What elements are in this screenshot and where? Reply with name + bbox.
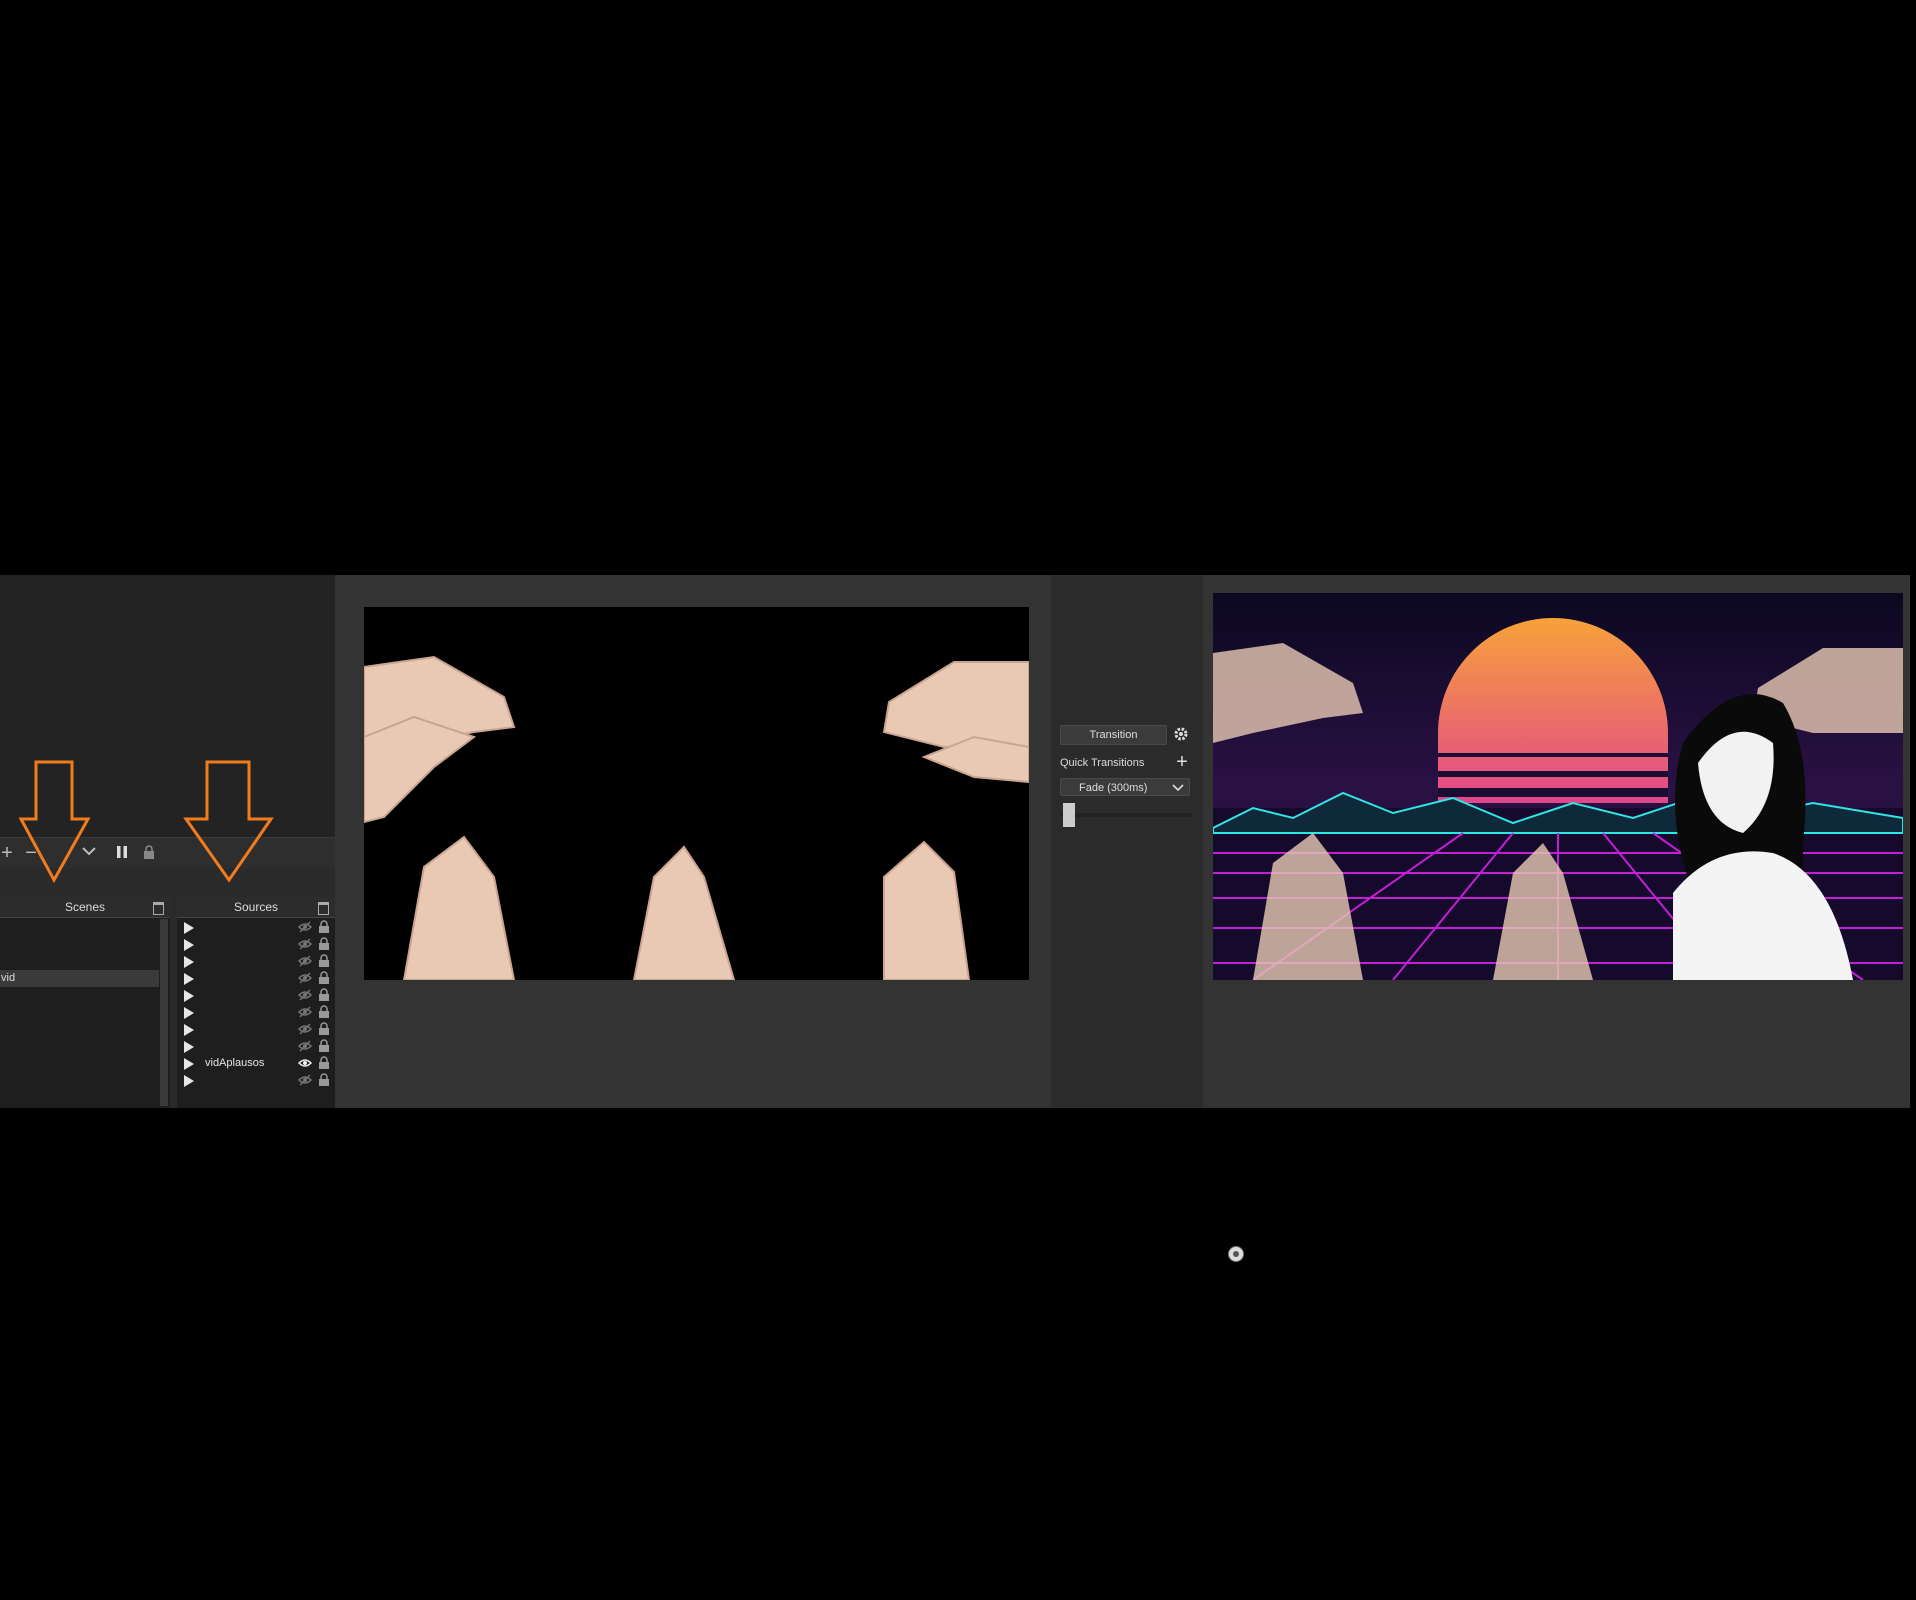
source-item[interactable] xyxy=(177,1038,335,1055)
chevron-down-icon xyxy=(1172,784,1184,792)
transition-button[interactable]: Transition xyxy=(1060,725,1167,745)
sources-dock-title: Sources xyxy=(233,900,279,914)
eye-hidden-icon[interactable] xyxy=(298,989,312,1001)
lock-icon[interactable] xyxy=(318,1056,330,1070)
eye-hidden-icon[interactable] xyxy=(298,955,312,967)
source-item[interactable] xyxy=(177,936,335,953)
lock-icon[interactable] xyxy=(318,1073,330,1087)
source-item[interactable] xyxy=(177,1021,335,1038)
eye-hidden-icon[interactable] xyxy=(298,1023,312,1035)
expand-arrow-icon[interactable] xyxy=(184,1007,194,1019)
eye-hidden-icon[interactable] xyxy=(298,1074,312,1086)
scenes-dock-header: Scenes xyxy=(0,897,170,918)
transition-panel: Transition Quick Transitions + Fade (300… xyxy=(1051,575,1203,1108)
eye-hidden-icon[interactable] xyxy=(298,1040,312,1052)
eye-hidden-icon[interactable] xyxy=(298,972,312,984)
gear-icon[interactable] xyxy=(1172,725,1192,745)
plus-icon[interactable]: + xyxy=(0,842,18,864)
expand-arrow-icon[interactable] xyxy=(184,956,194,968)
source-item[interactable] xyxy=(177,1072,335,1089)
eye-hidden-icon[interactable] xyxy=(298,1006,312,1018)
expand-arrow-icon[interactable] xyxy=(184,990,194,1002)
source-item[interactable] xyxy=(177,970,335,987)
lock-icon[interactable] xyxy=(318,937,330,951)
lock-icon[interactable] xyxy=(318,1005,330,1019)
program-canvas[interactable] xyxy=(1213,593,1903,980)
expand-arrow-icon[interactable] xyxy=(184,1041,194,1053)
lock-icon[interactable] xyxy=(318,954,330,968)
scenes-dock: Scenes vid xyxy=(0,897,170,1108)
expand-arrow-icon[interactable] xyxy=(184,1024,194,1036)
lock-icon[interactable] xyxy=(318,920,330,934)
clapping-hands-image xyxy=(364,655,1029,980)
sources-dock-header: Sources xyxy=(177,897,335,918)
transition-button-label: Transition xyxy=(1089,729,1138,741)
expand-arrow-icon[interactable] xyxy=(184,973,194,985)
lock-icon[interactable] xyxy=(318,988,330,1002)
quick-transitions-label: Quick Transitions xyxy=(1060,757,1145,769)
down-arrow-icon xyxy=(183,760,274,883)
scene-item-selected[interactable]: vid xyxy=(0,970,159,987)
source-item-label: vidAplausos xyxy=(205,1057,265,1069)
expand-arrow-icon[interactable] xyxy=(184,1058,194,1070)
obs-window: + − Scenes vid Sources vidAplausos Trans… xyxy=(0,575,1910,1108)
pause-icon[interactable] xyxy=(111,842,133,864)
source-item[interactable]: vidAplausos xyxy=(177,1055,335,1072)
undock-icon[interactable] xyxy=(153,902,164,915)
source-item[interactable] xyxy=(177,919,335,936)
expand-arrow-icon[interactable] xyxy=(184,1075,194,1087)
source-item[interactable] xyxy=(177,987,335,1004)
undock-icon[interactable] xyxy=(318,902,329,915)
quick-transition-selected: Fade (300ms) xyxy=(1079,782,1148,794)
source-item[interactable] xyxy=(177,1004,335,1021)
eye-hidden-icon[interactable] xyxy=(298,938,312,950)
cursor-icon xyxy=(1228,1246,1244,1262)
tbar-track xyxy=(1060,813,1192,817)
quick-transition-select[interactable]: Fade (300ms) xyxy=(1060,778,1190,796)
preview-canvas[interactable] xyxy=(364,607,1029,980)
down-arrow-icon xyxy=(18,760,91,884)
tbar-handle[interactable] xyxy=(1063,803,1075,827)
scenes-dock-title: Scenes xyxy=(64,900,106,914)
expand-arrow-icon[interactable] xyxy=(184,922,194,934)
lock-icon[interactable] xyxy=(318,1022,330,1036)
lock-icon[interactable] xyxy=(318,1039,330,1053)
eye-hidden-icon[interactable] xyxy=(298,921,312,933)
scene-item-label: vid xyxy=(1,972,16,984)
add-quick-transition-icon[interactable]: + xyxy=(1172,751,1192,774)
lock-icon[interactable] xyxy=(318,971,330,985)
expand-arrow-icon[interactable] xyxy=(184,939,194,951)
eye-icon[interactable] xyxy=(298,1057,312,1069)
sources-dock: Sources vidAplausos xyxy=(177,897,335,1108)
scenes-scrollbar[interactable] xyxy=(160,919,168,1106)
lock-icon[interactable] xyxy=(138,842,160,864)
source-item[interactable] xyxy=(177,953,335,970)
